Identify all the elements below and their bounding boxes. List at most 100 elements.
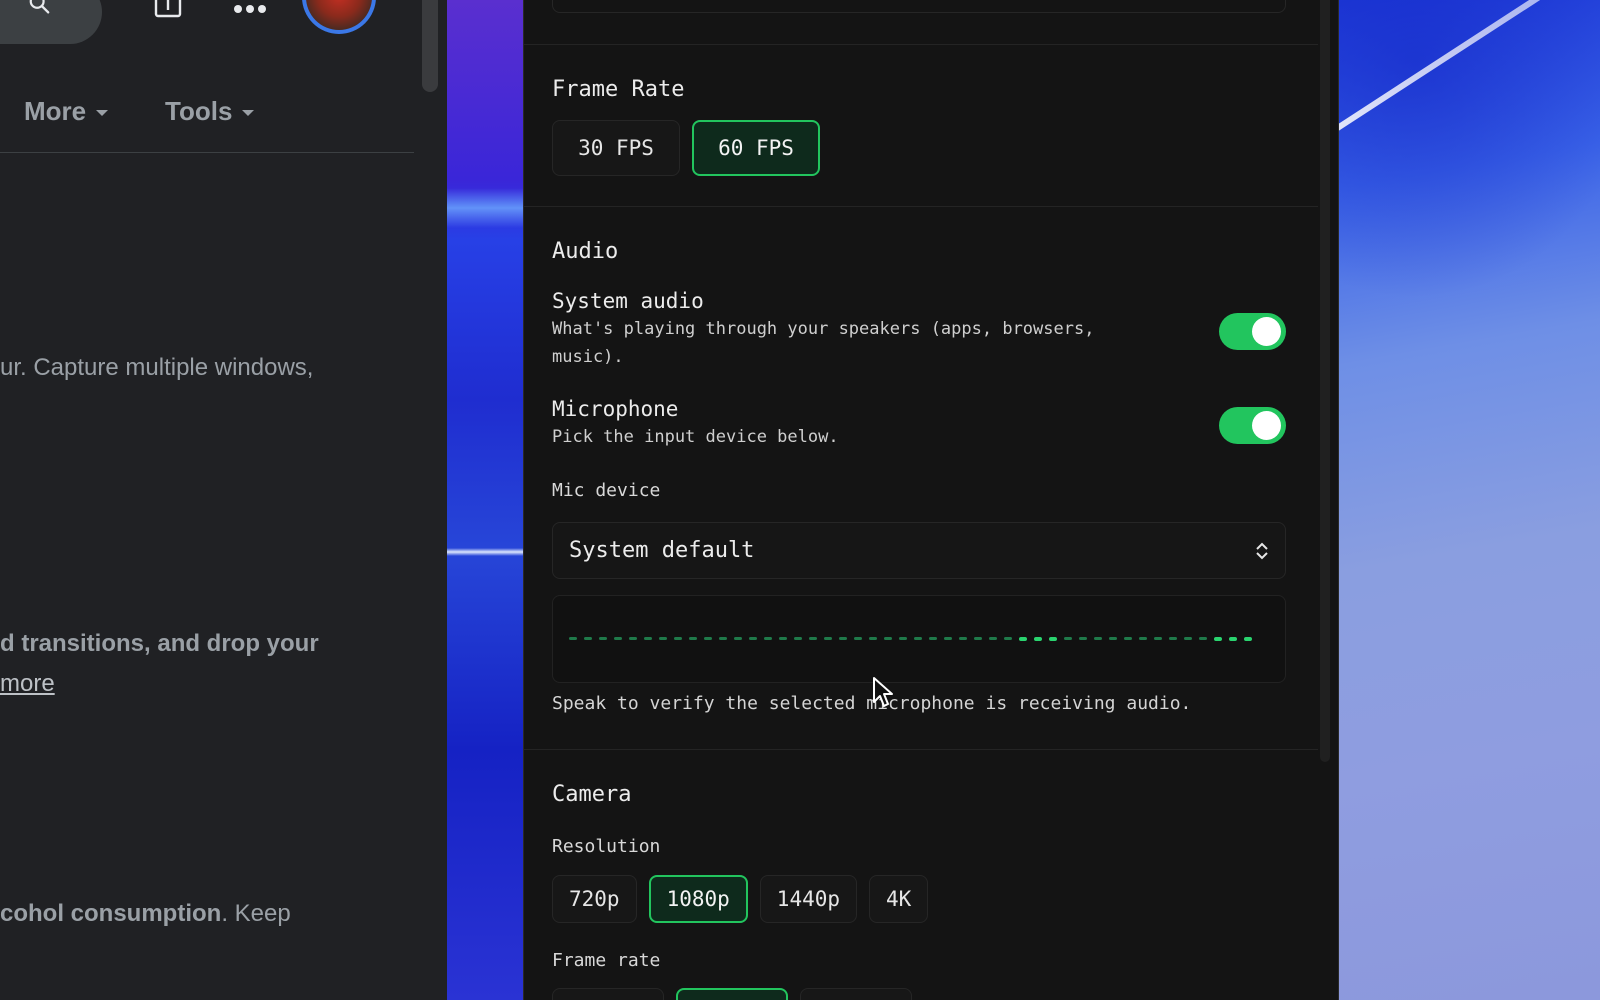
mic-level-dash [899,637,907,640]
snippet-bold-text: cohol consumption [0,900,222,927]
mic-level-dash [1169,637,1177,640]
mic-level-dash [674,637,682,640]
mic-level-dash [1139,637,1147,640]
system-audio-title: System audio [552,289,704,313]
mic-level-dash [1124,637,1132,640]
microphone-row: Microphone Pick the input device below. [552,397,1286,451]
apps-grid-icon[interactable] [233,4,267,14]
resolution-4k-button[interactable]: 4K [869,875,929,923]
mic-level-dash [584,637,592,640]
result-snippet-2: d transitions, and drop your [0,626,319,662]
mic-level-dash [719,637,727,640]
mic-level-dash [944,637,952,640]
mouse-cursor-icon [873,677,893,707]
mic-level-dash [869,637,877,640]
snippet-bold-text: d transitions, and drop your [0,630,319,657]
mic-level-dashes [569,636,1252,641]
toggle-knob [1252,411,1281,440]
system-audio-description: What's playing through your speakers (ap… [552,319,1095,367]
camera-fps-option-selected[interactable] [676,988,788,1000]
result-snippet-1: ur. Capture multiple windows, [0,354,314,381]
camera-fps-option[interactable] [800,988,912,1000]
search-icon[interactable] [28,0,50,16]
mic-level-dash [779,637,787,640]
resolution-1080p-button[interactable]: 1080p [648,875,748,923]
frame-rate-options: 30 FPS 60 FPS [552,120,820,176]
resolution-label: Resolution [552,836,661,857]
mic-level-dash [1094,637,1102,640]
share-icon[interactable] [154,0,182,18]
mic-level-dash [1109,637,1117,640]
result-snippet-link-line: more [0,666,55,702]
mic-level-dash [1244,636,1252,641]
mic-level-meter [552,595,1286,683]
mic-level-dash [854,637,862,640]
mic-level-dash [1214,636,1222,641]
mic-level-dash [1049,636,1057,641]
wallpaper-right [1339,0,1600,1000]
mic-level-dash [749,637,757,640]
frame-rate-title: Frame Rate [552,77,685,102]
mic-level-dash [1034,636,1042,641]
mic-level-dash [704,637,712,640]
camera-fps-option[interactable] [552,988,664,1000]
previous-field[interactable] [552,0,1286,13]
resolution-1440p-button[interactable]: 1440p [759,875,858,923]
recording-settings-panel: Frame Rate 30 FPS 60 FPS Audio System au… [523,0,1339,1000]
browser-scrollbar[interactable] [422,0,438,92]
mic-level-dash [839,637,847,640]
mic-level-dash [1199,637,1207,640]
mic-level-dash [929,637,937,640]
microphone-toggle[interactable] [1219,407,1286,444]
mic-level-dash [959,637,967,640]
mic-level-dash [794,637,802,640]
mic-level-dash [974,637,982,640]
nav-divider [0,152,414,153]
read-more-link[interactable]: more [0,670,55,697]
mic-level-dash [734,637,742,640]
mic-level-dash [989,637,997,640]
panel-scrollbar[interactable] [1320,0,1330,762]
mic-level-dash [914,637,922,640]
caret-down-icon [96,110,109,116]
mic-level-dash [1004,637,1012,640]
wallpaper-glow [447,188,523,228]
system-audio-toggle[interactable] [1219,313,1286,350]
mic-level-dash [644,637,652,640]
mic-level-dash [569,637,577,640]
mic-level-dash [1064,637,1072,640]
mic-level-dash [764,637,772,640]
mic-level-dash [1019,636,1027,641]
camera-title: Camera [552,782,632,807]
chevron-up-down-icon [1256,542,1268,560]
fps-60-button[interactable]: 60 FPS [692,120,820,176]
result-snippet-3: cohol consumption. Keep [0,896,291,932]
mic-device-value: System default [569,538,755,563]
mic-level-dash [1184,637,1192,640]
mic-level-dash [884,637,892,640]
avatar[interactable] [302,0,376,34]
system-audio-row: System audio What's playing through your… [552,289,1286,371]
microphone-title: Microphone [552,397,679,421]
mic-level-dash [629,637,637,640]
mic-level-dash [1079,637,1087,640]
resolution-options: 720p 1080p 1440p 4K [552,875,929,923]
nav-more[interactable]: More [24,96,109,127]
camera-frame-rate-options [552,988,912,1000]
mic-device-select[interactable]: System default [552,522,1286,579]
wallpaper-glow [447,548,523,556]
microphone-description: Pick the input device below. [552,427,839,447]
mic-level-dash [824,637,832,640]
section-divider [524,44,1318,45]
section-divider [524,749,1318,750]
toggle-knob [1252,317,1281,346]
caret-down-icon [242,110,255,116]
mic-device-label: Mic device [552,480,661,501]
snippet-text: . Keep [221,900,291,927]
mic-level-dash [1229,636,1237,641]
section-divider [524,206,1318,207]
nav-tools[interactable]: Tools [165,96,255,127]
fps-30-button[interactable]: 30 FPS [552,120,680,176]
resolution-720p-button[interactable]: 720p [552,875,637,923]
search-box[interactable] [0,0,102,44]
